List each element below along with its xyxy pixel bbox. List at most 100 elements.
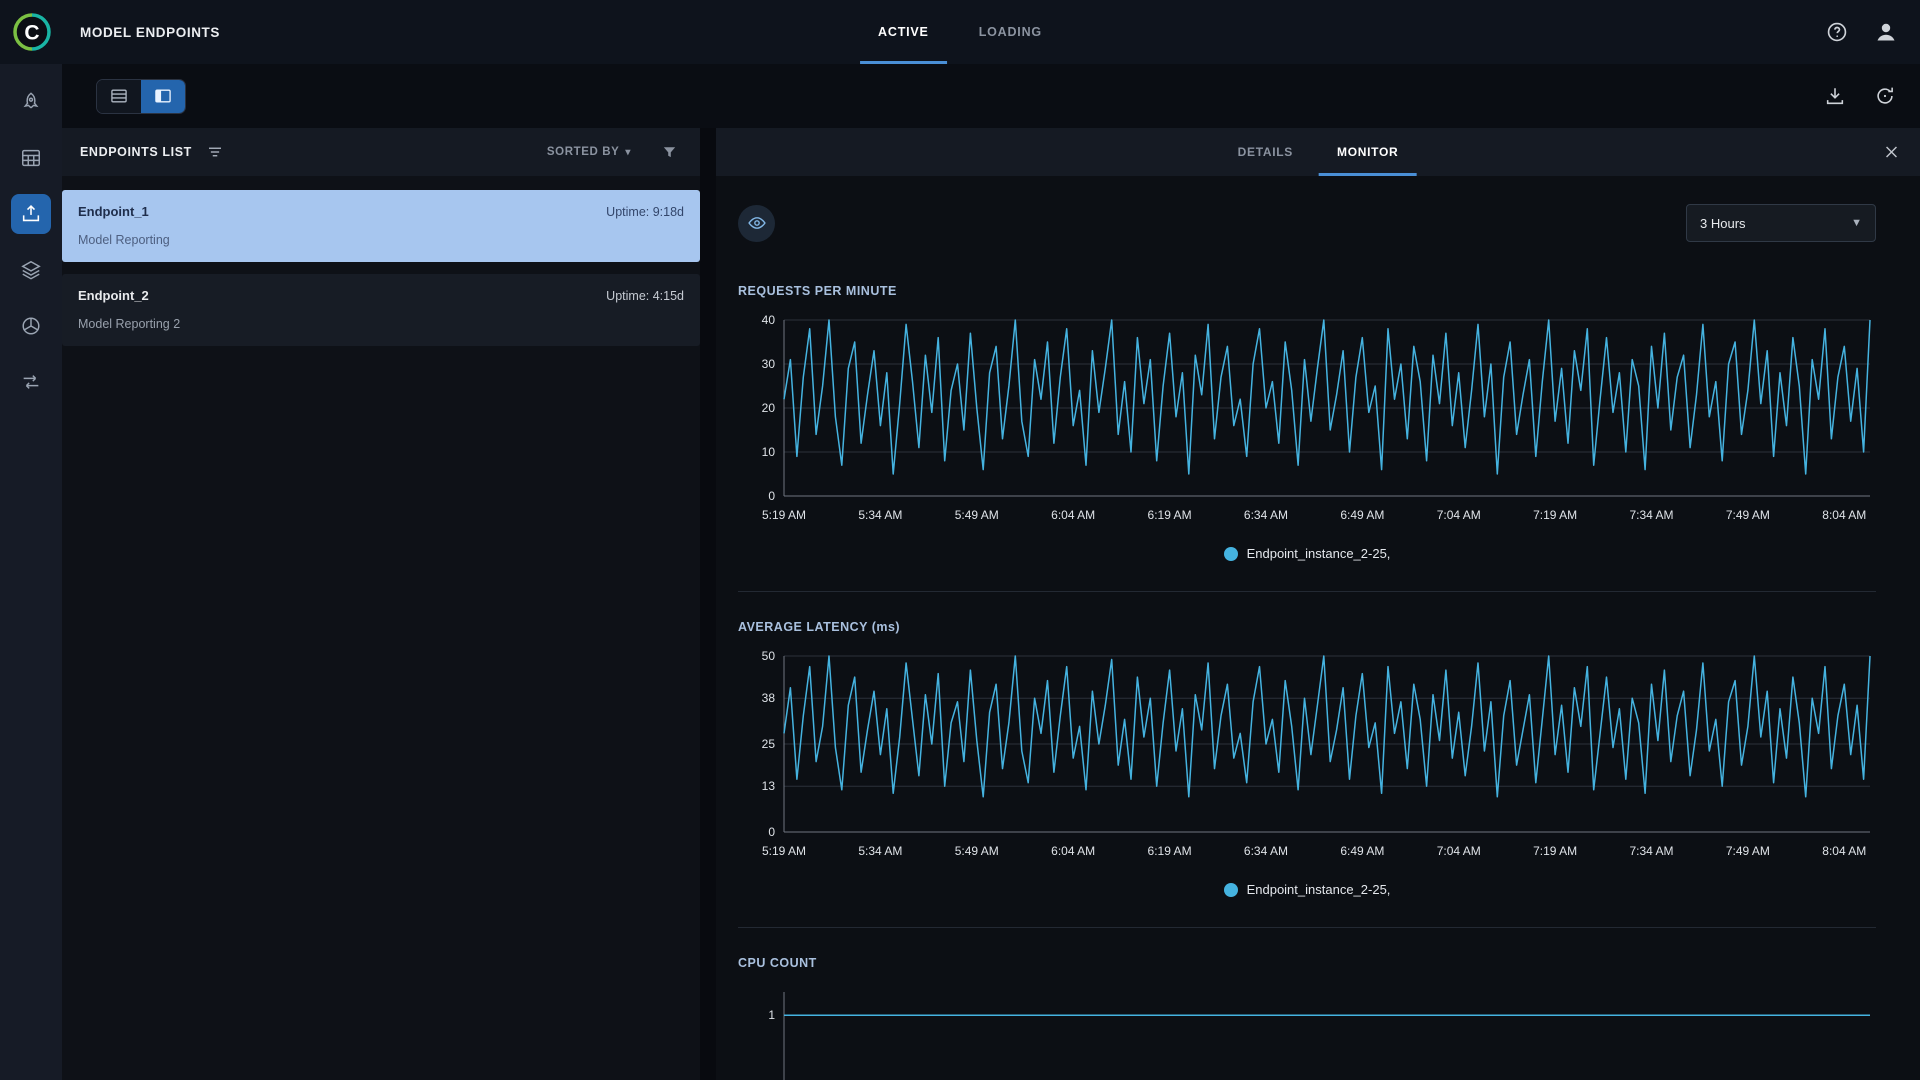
monitor-body: 3 Hours ▼ REQUESTS PER MINUTE 0 10 20 30 40 5… (716, 176, 1920, 1080)
svg-text:6:04 AM: 6:04 AM (1051, 844, 1095, 858)
toolbar-actions (1824, 85, 1896, 107)
app-header: C MODEL ENDPOINTS ACTIVE LOADING (0, 0, 1920, 64)
svg-text:7:34 AM: 7:34 AM (1629, 844, 1673, 858)
svg-text:6:19 AM: 6:19 AM (1148, 508, 1192, 522)
monitor-tabs: DETAILS MONITOR (1220, 128, 1417, 176)
header-actions (1826, 20, 1898, 44)
svg-text:20: 20 (762, 401, 776, 415)
chart-title-requests: REQUESTS PER MINUTE (738, 284, 897, 298)
svg-text:6:49 AM: 6:49 AM (1340, 508, 1384, 522)
sidebar-item-layers[interactable] (11, 250, 51, 290)
svg-text:5:34 AM: 5:34 AM (858, 844, 902, 858)
svg-text:30: 30 (762, 357, 776, 371)
tab-loading[interactable]: LOADING (961, 0, 1060, 64)
svg-text:5:19 AM: 5:19 AM (762, 844, 806, 858)
endpoint-card-2[interactable]: Endpoint_2 Uptime: 4:15d Model Reporting… (62, 274, 700, 346)
time-range-value: 3 Hours (1700, 215, 1746, 231)
svg-text:7:19 AM: 7:19 AM (1533, 508, 1577, 522)
svg-text:6:49 AM: 6:49 AM (1340, 844, 1384, 858)
svg-text:5:19 AM: 5:19 AM (762, 508, 806, 522)
chart-legend: Endpoint_instance_2-25, (738, 546, 1876, 561)
tab-monitor[interactable]: MONITOR (1319, 128, 1417, 176)
svg-text:13: 13 (762, 779, 776, 793)
svg-text:8:04 AM: 8:04 AM (1822, 844, 1866, 858)
view-toggle-group (96, 78, 186, 114)
sorted-by-dropdown[interactable]: SORTED BY ▾ (547, 146, 631, 158)
svg-text:5:49 AM: 5:49 AM (955, 844, 999, 858)
app-sidebar (0, 64, 62, 1080)
svg-text:10: 10 (762, 445, 776, 459)
filter-funnel-icon[interactable] (661, 144, 678, 161)
endpoint-name: Endpoint_1 (78, 204, 149, 219)
endpoint-uptime: Uptime: 9:18d (606, 205, 684, 219)
average-latency-chart[interactable]: 0 13 25 38 50 5:19 AM 5:34 AM 5:49 AM 6:04 AM 6:1… (738, 648, 1876, 866)
sidebar-item-workers[interactable] (11, 362, 51, 402)
show-hide-eye-button[interactable] (738, 204, 775, 242)
svg-text:6:34 AM: 6:34 AM (1244, 508, 1288, 522)
section-divider (738, 591, 1876, 592)
svg-text:0: 0 (768, 825, 775, 839)
sidebar-item-endpoints[interactable] (11, 194, 51, 234)
svg-text:8:04 AM: 8:04 AM (1822, 508, 1866, 522)
header-tabs: ACTIVE LOADING (860, 0, 1060, 64)
chart-title-latency: AVERAGE LATENCY (ms) (738, 620, 901, 634)
rocket-icon (20, 91, 42, 113)
tab-details[interactable]: DETAILS (1220, 128, 1311, 176)
page-title: MODEL ENDPOINTS (80, 24, 221, 40)
svg-text:7:49 AM: 7:49 AM (1726, 844, 1770, 858)
svg-text:6:34 AM: 6:34 AM (1244, 844, 1288, 858)
table-view-icon (109, 86, 129, 106)
svg-text:7:04 AM: 7:04 AM (1437, 508, 1481, 522)
svg-text:1: 1 (768, 1008, 775, 1022)
sorted-by-label: SORTED BY (546, 146, 620, 158)
chart-title-cpu: CPU COUNT (738, 956, 817, 970)
time-range-select[interactable]: 3 Hours ▼ (1686, 204, 1876, 242)
endpoint-card-1[interactable]: Endpoint_1 Uptime: 9:18d Model Reporting (62, 190, 700, 262)
monitor-header: DETAILS MONITOR (716, 128, 1920, 176)
chevron-down-icon: ▼ (1851, 217, 1862, 229)
auto-refresh-icon[interactable] (1874, 85, 1896, 107)
endpoints-list-panel: ENDPOINTS LIST SORTED BY ▾ Endpoint_1 Up… (62, 128, 700, 1080)
svg-text:7:34 AM: 7:34 AM (1629, 508, 1673, 522)
svg-text:7:04 AM: 7:04 AM (1437, 844, 1481, 858)
user-avatar-icon[interactable] (1874, 20, 1898, 44)
svg-text:7:49 AM: 7:49 AM (1726, 508, 1770, 522)
svg-text:38: 38 (762, 691, 776, 705)
table-view-button[interactable] (97, 79, 141, 113)
close-icon[interactable] (1883, 144, 1900, 161)
sort-list-icon[interactable] (206, 143, 224, 161)
svg-text:C: C (24, 22, 39, 45)
split-view-icon (153, 86, 173, 106)
clearml-logo: C (12, 12, 52, 52)
split-view-button[interactable] (141, 79, 185, 113)
legend-label: Endpoint_instance_2-25, (1246, 882, 1391, 897)
svg-text:6:19 AM: 6:19 AM (1148, 844, 1192, 858)
panels: ENDPOINTS LIST SORTED BY ▾ Endpoint_1 Up… (62, 128, 1920, 1080)
svg-text:25: 25 (762, 737, 776, 751)
endpoints-list: Endpoint_1 Uptime: 9:18d Model Reporting… (62, 176, 700, 358)
tab-active[interactable]: ACTIVE (860, 0, 947, 64)
monitor-panel: DETAILS MONITOR 3 Hours ▼ REQUESTS PER M… (716, 128, 1920, 1080)
sidebar-item-datasets[interactable] (11, 138, 51, 178)
pipelines-icon (20, 315, 42, 337)
help-icon[interactable] (1826, 21, 1848, 43)
svg-text:40: 40 (762, 313, 776, 327)
requests-per-minute-chart[interactable]: 0 10 20 30 40 5:19 AM 5:34 AM 5:49 AM 6:04 AM 6:1… (738, 312, 1876, 530)
eye-icon (747, 213, 767, 233)
svg-text:0: 0 (768, 489, 775, 503)
chevron-down-icon: ▾ (625, 146, 631, 158)
endpoints-list-title: ENDPOINTS LIST (80, 145, 192, 159)
main-area: ENDPOINTS LIST SORTED BY ▾ Endpoint_1 Up… (62, 64, 1920, 1080)
model-endpoints-icon (20, 203, 42, 225)
legend-label: Endpoint_instance_2-25, (1246, 546, 1391, 561)
endpoint-name: Endpoint_2 (78, 288, 149, 303)
svg-text:6:04 AM: 6:04 AM (1051, 508, 1095, 522)
layers-icon (20, 259, 42, 281)
section-divider (738, 927, 1876, 928)
cpu-count-chart[interactable]: 1 (738, 984, 1876, 1080)
sidebar-item-rocket[interactable] (11, 82, 51, 122)
sidebar-item-pipelines[interactable] (11, 306, 51, 346)
svg-text:5:49 AM: 5:49 AM (955, 508, 999, 522)
download-icon[interactable] (1824, 85, 1846, 107)
svg-text:5:34 AM: 5:34 AM (858, 508, 902, 522)
